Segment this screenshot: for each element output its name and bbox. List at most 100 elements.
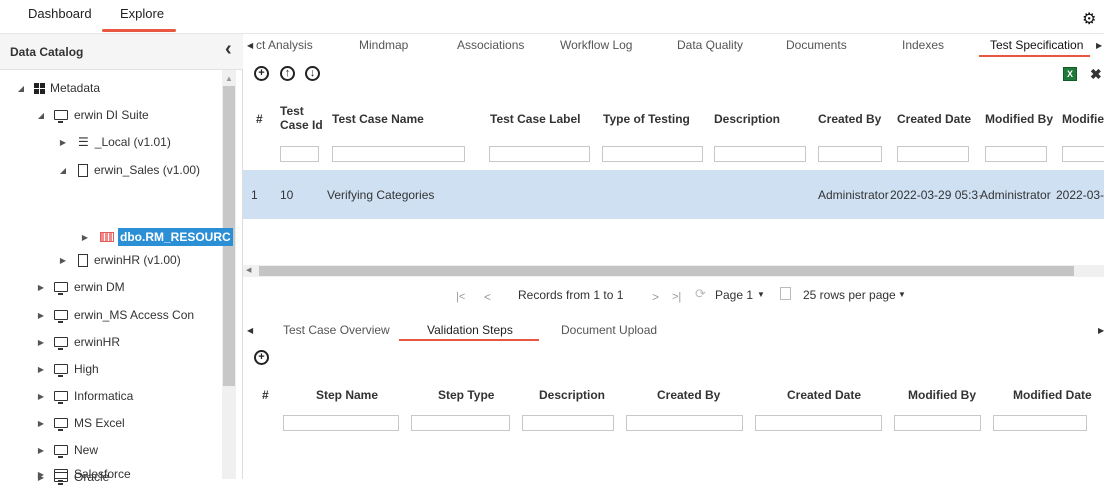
tab-documents[interactable]: Documents [786,38,847,52]
subtab-validation-steps[interactable]: Validation Steps [427,323,513,337]
tree-item-erwin-dm[interactable]: ▶ erwin DM [34,275,125,299]
collapsed-caret-icon[interactable]: ▶ [34,311,48,320]
col-type-of-testing[interactable]: Type of Testing [603,112,690,126]
tree-item-salesforce[interactable]: ▶ Salesforce [34,462,131,486]
tree-item-ms-excel[interactable]: ▶ MS Excel [34,411,125,435]
page-dropdown-icon[interactable]: ▼ [757,290,765,299]
expanded-caret-icon[interactable]: ◢ [56,166,70,175]
subtabs-scroll-left-icon[interactable]: ◀ [247,326,253,335]
subtabs-scroll-right-icon[interactable]: ▶ [1098,326,1104,335]
col-test-case-name[interactable]: Test Case Name [332,112,424,126]
filter-step-modified-by[interactable] [894,415,981,431]
filter-created-date[interactable] [897,146,969,162]
col-description[interactable]: Description [714,112,780,126]
collapsed-caret-icon[interactable]: ▶ [34,446,48,455]
prev-page-icon[interactable]: < [484,290,491,304]
grid-horizontal-scroll-thumb[interactable] [259,266,1074,276]
data-catalog-panel: Data Catalog ‹ ▲ ◢ Metadata ◢ erwin DI S… [0,34,243,485]
first-page-icon[interactable]: |< [456,291,465,303]
monitor-icon [54,445,68,458]
filter-type-of-testing[interactable] [602,146,703,162]
tree-item-new[interactable]: ▶ New [34,438,98,462]
filter-test-case-label[interactable] [489,146,590,162]
expanded-caret-icon[interactable]: ◢ [14,84,28,93]
tab-workflow-log[interactable]: Workflow Log [560,38,632,52]
add-icon[interactable]: + [254,66,269,81]
tree-item-erwin-ms-access[interactable]: ▶ erwin_MS Access Con [34,303,194,327]
tab-impact-analysis[interactable]: ct Analysis [256,38,313,52]
page-selector[interactable]: Page 1 [715,288,753,302]
tab-indexes[interactable]: Indexes [902,38,944,52]
tab-associations[interactable]: Associations [457,38,524,52]
col-modified-by[interactable]: Modified By [985,112,1053,126]
col-modified-date[interactable]: Modified [1062,112,1104,126]
last-page-icon[interactable]: >| [672,291,681,303]
collapsed-caret-icon[interactable]: ▶ [56,138,70,147]
collapsed-caret-icon[interactable]: ▶ [78,233,92,242]
filter-step-created-by[interactable] [626,415,743,431]
collapsed-caret-icon[interactable]: ▶ [56,256,70,265]
next-page-icon[interactable]: > [652,290,659,304]
col-created-date[interactable]: Created Date [897,112,971,126]
collapsed-caret-icon[interactable]: ▶ [34,392,48,401]
subtab-test-case-overview[interactable]: Test Case Overview [283,323,390,337]
tree-item-local[interactable]: ▶ ☰ _Local (v1.01) [56,130,171,154]
collapsed-caret-icon[interactable]: ▶ [34,419,48,428]
tree-item-erwinhr[interactable]: ▶ erwinHR [34,330,120,354]
tabs-scroll-right-icon[interactable]: ▶ [1096,41,1102,50]
step-col-name[interactable]: Step Name [316,388,378,402]
tree-item-label: Metadata [50,81,101,95]
rows-per-page-selector[interactable]: 25 rows per page [803,288,896,302]
excel-export-icon[interactable]: X [1063,67,1077,81]
tree-item-erwinhr-v1[interactable]: ▶ erwinHR (v1.00) [56,248,181,272]
tree-item-dbo-rm-resource[interactable]: ▶ dbo.RM_RESOURC [78,225,233,249]
filter-step-created-date[interactable] [755,415,882,431]
move-up-icon[interactable]: ↑ [280,66,295,81]
rows-dropdown-icon[interactable]: ▼ [898,290,906,299]
tree-item-erwin-di-suite[interactable]: ◢ erwin DI Suite [34,103,149,127]
collapsed-caret-icon[interactable]: ▶ [34,338,48,347]
step-col-description[interactable]: Description [539,388,605,402]
filter-test-case-name[interactable] [332,146,465,162]
tab-test-specification[interactable]: Test Specification [990,38,1083,52]
collapsed-caret-icon[interactable]: ▶ [34,470,48,479]
step-col-created-by[interactable]: Created By [657,388,720,402]
tree-item-informatica[interactable]: ▶ Informatica [34,384,133,408]
filter-test-case-id[interactable] [280,146,319,162]
step-col-modified-date[interactable]: Modified Date [1013,388,1092,402]
move-down-icon[interactable]: ↓ [305,66,320,81]
filter-step-name[interactable] [283,415,399,431]
tree-item-high[interactable]: ▶ High [34,357,99,381]
tree-item-erwin-sales[interactable]: ◢ erwin_Sales (v1.00) [56,158,200,182]
tree-item-metadata[interactable]: ◢ Metadata [14,76,100,100]
filter-description[interactable] [714,146,806,162]
close-icon[interactable]: ✖ [1090,66,1102,83]
expanded-caret-icon[interactable]: ◢ [34,111,48,120]
dashboard-tab[interactable]: Dashboard [28,6,92,21]
col-created-by[interactable]: Created By [818,112,881,126]
settings-gear-icon[interactable]: ⚙ [1082,9,1096,29]
scroll-up-icon[interactable]: ▲ [225,74,233,83]
filter-step-modified-date[interactable] [993,415,1087,431]
collapse-panel-icon[interactable]: ‹ [225,38,232,61]
filter-modified-by[interactable] [985,146,1047,162]
subtab-document-upload[interactable]: Document Upload [561,323,657,337]
explore-tab[interactable]: Explore [120,6,164,21]
step-col-type[interactable]: Step Type [438,388,494,402]
filter-modified-date[interactable] [1062,146,1104,162]
step-col-modified-by[interactable]: Modified By [908,388,976,402]
scroll-left-icon[interactable]: ◀ [246,266,251,274]
add-step-icon[interactable]: + [254,350,269,365]
collapsed-caret-icon[interactable]: ▶ [34,283,48,292]
test-specification-indicator [979,55,1090,57]
filter-step-type[interactable] [411,415,510,431]
tab-mindmap[interactable]: Mindmap [359,38,408,52]
refresh-icon[interactable]: ⟳ [695,286,706,302]
filter-step-description[interactable] [522,415,614,431]
col-test-case-label[interactable]: Test Case Label [490,112,580,126]
collapsed-caret-icon[interactable]: ▶ [34,365,48,374]
tab-data-quality[interactable]: Data Quality [677,38,743,52]
tabs-scroll-left-icon[interactable]: ◀ [247,41,253,50]
filter-created-by[interactable] [818,146,882,162]
step-col-created-date[interactable]: Created Date [787,388,861,402]
